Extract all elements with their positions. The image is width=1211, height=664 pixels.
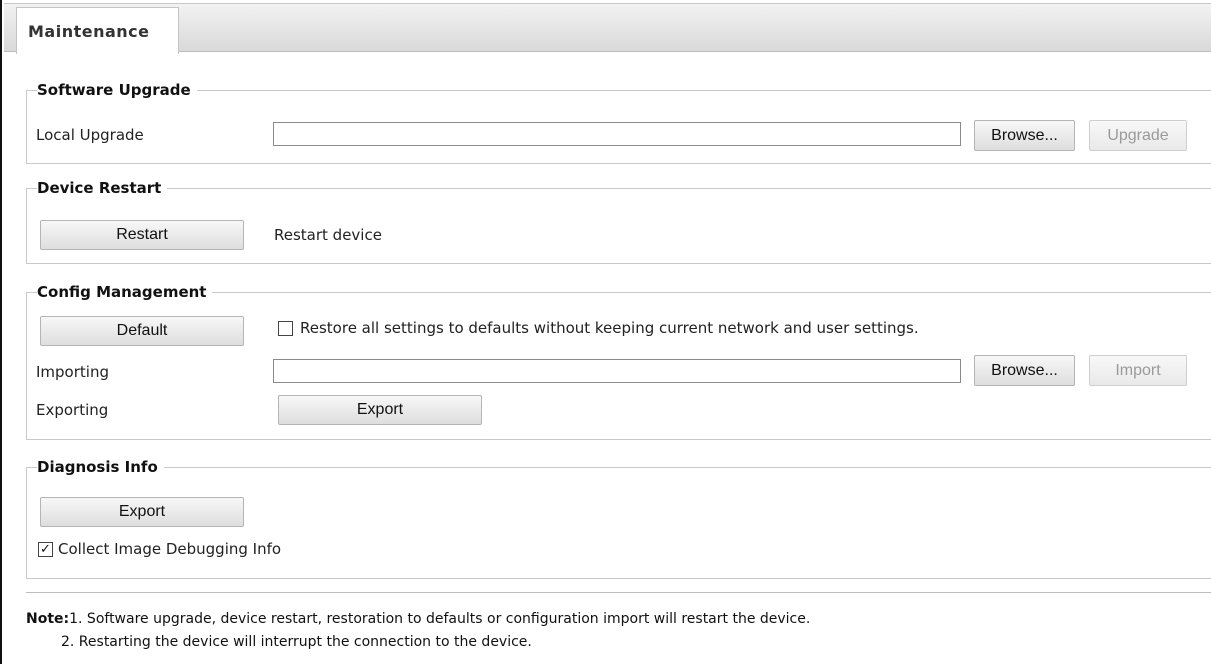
page-frame: Maintenance Software Upgrade Local Upgra… [0, 0, 1211, 664]
note-prefix: Note: [26, 611, 70, 627]
collect-debug-checkbox[interactable]: ✓ [38, 542, 53, 557]
config-export-button[interactable]: Export [278, 395, 482, 425]
restart-button[interactable]: Restart [40, 220, 244, 250]
restore-all-checkbox[interactable] [278, 321, 293, 336]
restore-all-label: Restore all settings to defaults without… [300, 319, 919, 337]
software-upgrade-title: Software Upgrade [37, 81, 197, 99]
local-upgrade-file-input[interactable] [273, 122, 961, 146]
tab-maintenance[interactable]: Maintenance [16, 7, 179, 54]
import-button[interactable]: Import [1089, 355, 1187, 386]
restart-description: Restart device [274, 226, 382, 244]
diagnosis-info-title: Diagnosis Info [37, 458, 164, 476]
importing-label: Importing [36, 363, 109, 381]
default-button[interactable]: Default [40, 316, 244, 346]
import-browse-button[interactable]: Browse... [974, 355, 1075, 386]
diagnosis-export-button[interactable]: Export [40, 497, 244, 527]
check-icon: ✓ [40, 542, 51, 557]
collect-debug-label: Collect Image Debugging Info [58, 540, 282, 558]
note-text-1: 1. Software upgrade, device restart, res… [69, 611, 811, 627]
local-upgrade-label: Local Upgrade [36, 126, 144, 144]
upgrade-browse-button[interactable]: Browse... [974, 120, 1075, 151]
upgrade-button[interactable]: Upgrade [1089, 120, 1187, 151]
divider [26, 592, 1211, 593]
note-line-2: 2. Restarting the device will interrupt … [61, 634, 532, 650]
device-restart-title: Device Restart [37, 179, 168, 197]
import-file-input[interactable] [273, 359, 961, 383]
exporting-label: Exporting [36, 401, 109, 419]
note-line-1: Note:1. Software upgrade, device restart… [26, 611, 810, 627]
config-management-title: Config Management [37, 283, 213, 301]
tab-bar: Maintenance [4, 3, 1211, 54]
